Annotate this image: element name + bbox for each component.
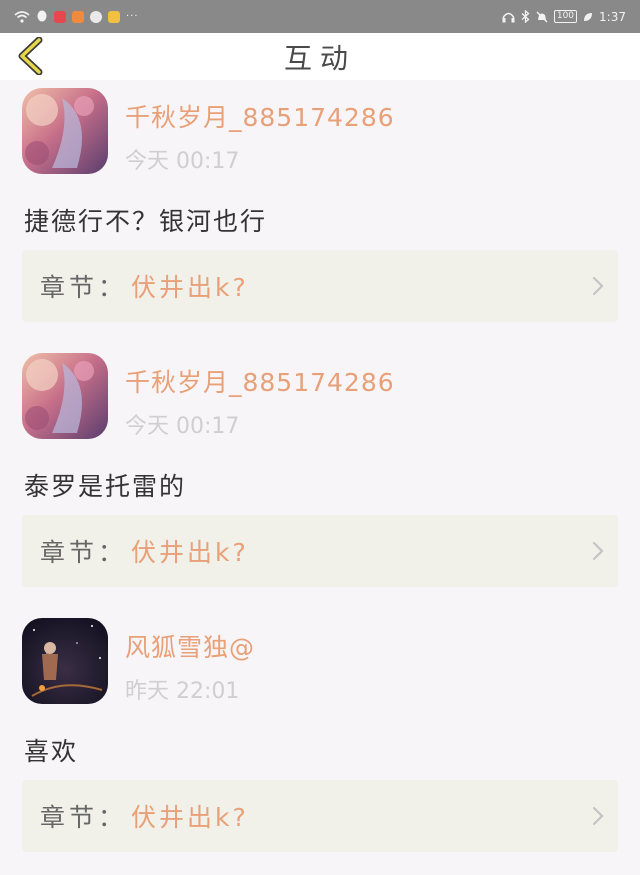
chapter-label: 章节： [40,273,128,302]
avatar[interactable] [22,353,108,439]
username[interactable]: 千秋岁月_885174286 [125,98,395,134]
bluetooth-icon [521,10,530,23]
mute-icon [536,11,548,22]
list-item: 风狐雪独@ 昨天 22:01 喜欢 章节： 伏井出k? [0,610,640,875]
status-bar-left: ··· [14,10,139,23]
app-circle-icon [90,10,102,23]
leaf-icon [584,12,593,21]
chapter-link[interactable]: 章节： 伏井出k? [22,515,618,587]
list-item: 千秋岁月_885174286 今天 00:17 泰罗是托雷的 章节： 伏井出k? [0,345,640,610]
chevron-right-icon [592,276,604,296]
chapter-name: 伏井出k? [131,803,249,832]
chapter-label: 章节： [40,803,128,832]
chapter-link[interactable]: 章节： 伏井出k? [22,780,618,852]
app-orange-icon [72,10,84,23]
status-bar: ··· 100 1:37 [0,0,640,33]
interaction-feed: 千秋岁月_885174286 今天 00:17 捷德行不？银河也行 章节： 伏井… [0,80,640,875]
timestamp: 昨天 22:01 [125,679,240,704]
avatar[interactable] [22,88,108,174]
chevron-right-icon [592,541,604,561]
username[interactable]: 千秋岁月_885174286 [125,363,395,399]
header: 互动 [0,33,640,80]
headphones-icon [502,12,515,22]
chapter-name: 伏井出k? [131,273,249,302]
comment-text: 捷德行不？银河也行 [24,207,268,236]
list-item: 千秋岁月_885174286 今天 00:17 捷德行不？银河也行 章节： 伏井… [0,80,640,345]
chapter-label: 章节： [40,538,128,567]
chevron-right-icon [592,806,604,826]
timestamp: 今天 00:17 [125,414,240,439]
timestamp: 今天 00:17 [125,149,240,174]
wifi-icon [14,10,30,23]
more-notifications: ··· [126,11,139,22]
back-button[interactable] [10,35,50,77]
app-yellow-icon [108,10,120,23]
avatar[interactable] [22,618,108,704]
chapter-name: 伏井出k? [131,538,249,567]
status-bar-right: 100 1:37 [502,10,626,24]
chevron-left-icon [18,37,43,75]
comment-text: 喜欢 [24,737,79,766]
username[interactable]: 风狐雪独@ [125,628,255,664]
battery-icon: 100 [553,10,578,23]
chapter-link[interactable]: 章节： 伏井出k? [22,250,618,322]
qq-icon [37,10,47,22]
clock: 1:37 [599,9,626,24]
comment-text: 泰罗是托雷的 [24,472,187,501]
page-title: 互动 [283,41,356,75]
app-red-icon [54,10,66,23]
